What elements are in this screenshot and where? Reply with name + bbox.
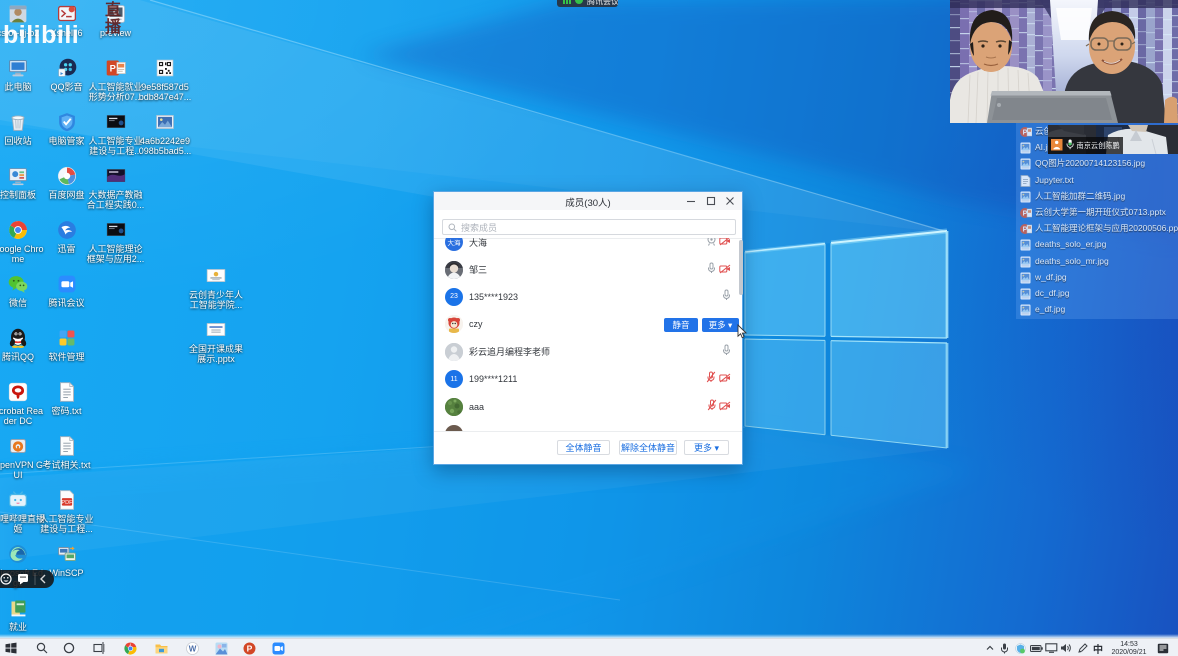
svg-text:PDF: PDF <box>61 499 73 505</box>
svg-text:W: W <box>188 644 196 653</box>
svg-text:P: P <box>109 63 115 73</box>
svg-text:南京云创陈鹏: 南京云创陈鹏 <box>1077 141 1120 150</box>
svg-text:P: P <box>246 643 252 653</box>
svg-text:腾讯会议: 腾讯会议 <box>587 0 618 6</box>
